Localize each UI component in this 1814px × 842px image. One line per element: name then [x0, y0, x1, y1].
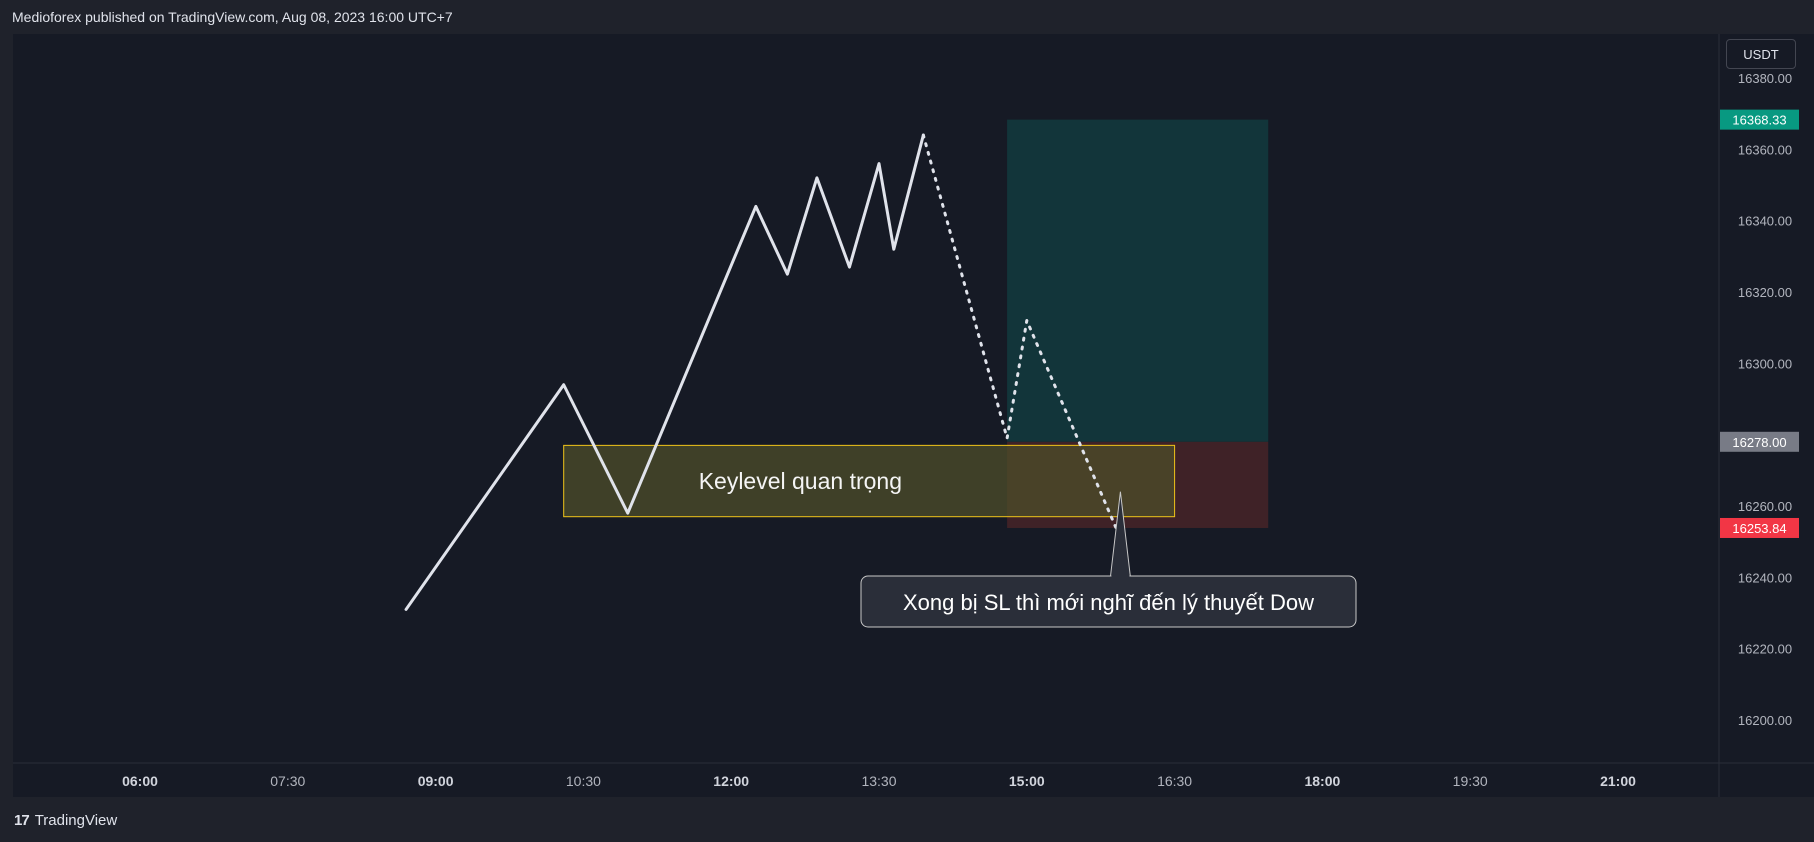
- tradingview-logo[interactable]: 17 TradingView: [14, 812, 117, 829]
- price-path-line[interactable]: [404, 133, 925, 611]
- chart-svg[interactable]: Keylevel quan trọng Xong bị SL thì mới ng…: [0, 0, 1814, 842]
- time-tick-label: 09:00: [418, 773, 454, 789]
- price-tick-label: 16380.00: [1738, 71, 1792, 86]
- callout-text: Xong bị SL thì mới nghĩ đến lý thuyết Do…: [903, 590, 1314, 615]
- price-badge-entry-label: 16278.00: [1732, 435, 1786, 450]
- price-badge-target-label: 16368.33: [1732, 113, 1786, 128]
- time-tick-label: 12:00: [713, 773, 749, 789]
- tradingview-logo-text: TradingView: [34, 812, 118, 829]
- price-tick-label: 16340.00: [1738, 214, 1792, 229]
- currency-button[interactable]: USDT: [1726, 39, 1796, 69]
- time-tick-label: 06:00: [122, 773, 158, 789]
- time-tick-label: 10:30: [566, 773, 601, 789]
- price-tick-label: 16200.00: [1738, 713, 1792, 728]
- profit-zone[interactable]: [1007, 119, 1269, 442]
- time-tick-label: 07:30: [270, 773, 305, 789]
- price-tick-label: 16320.00: [1738, 285, 1792, 300]
- price-tick-label: 16260.00: [1738, 499, 1792, 514]
- price-badge-stop-label: 16253.84: [1732, 521, 1786, 536]
- price-tick-label: 16240.00: [1738, 570, 1792, 585]
- time-tick-label: 15:00: [1009, 773, 1045, 789]
- keylevel-label: Keylevel quan trọng: [699, 468, 902, 494]
- price-tick-label: 16220.00: [1738, 642, 1792, 657]
- callout-pointer-joint: [1111, 575, 1130, 578]
- time-tick-label: 18:00: [1304, 773, 1340, 789]
- tradingview-logo-icon: 17: [14, 812, 30, 829]
- price-tick-label: 16360.00: [1738, 142, 1792, 157]
- time-tick-label: 16:30: [1157, 773, 1192, 789]
- price-tick-label: 16300.00: [1738, 356, 1792, 371]
- footer-bar: [0, 797, 1814, 842]
- time-tick-label: 21:00: [1600, 773, 1636, 789]
- time-tick-label: 13:30: [861, 773, 896, 789]
- time-tick-label: 19:30: [1453, 773, 1488, 789]
